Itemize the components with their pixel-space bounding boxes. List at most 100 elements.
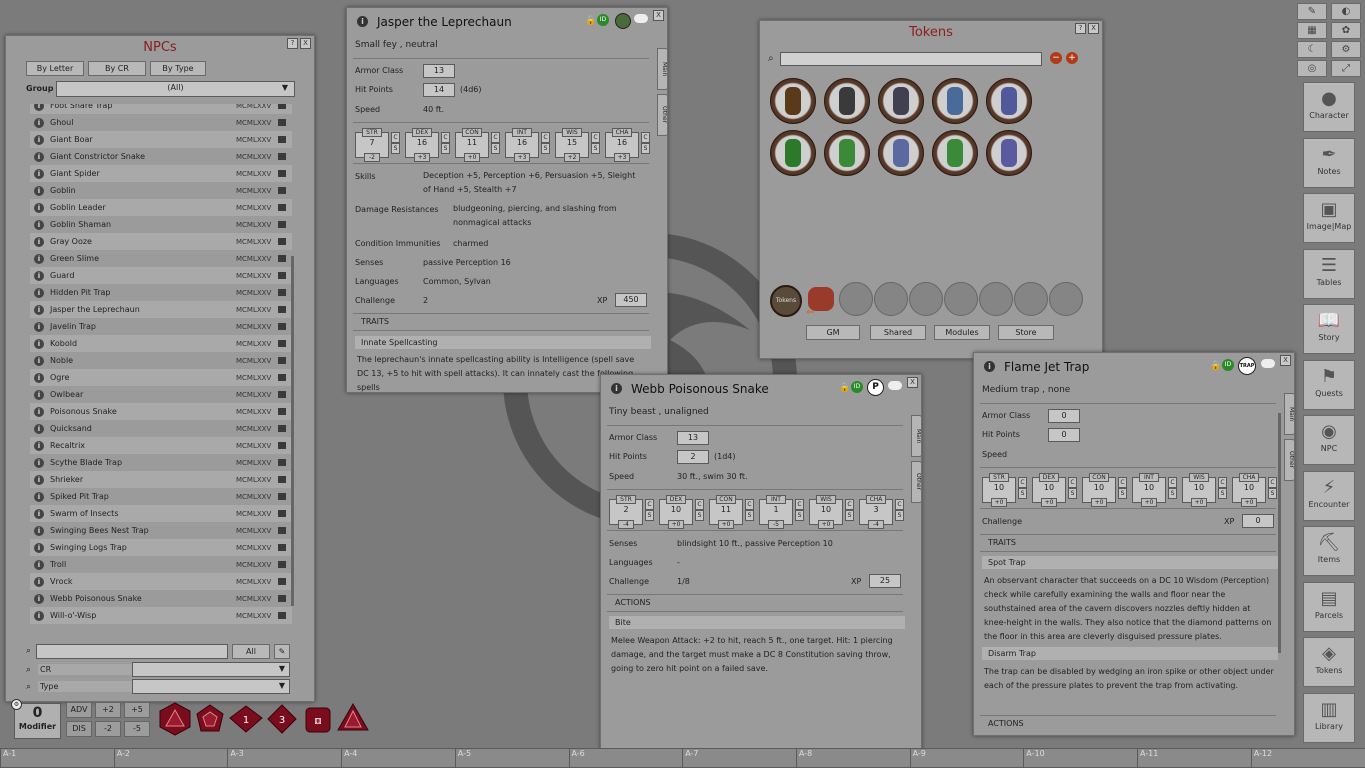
ac-value[interactable]: 13 (677, 431, 709, 445)
calendar-icon[interactable]: ▦ (1297, 22, 1327, 39)
list-item[interactable]: i Recaltrix MCMLXXV (30, 437, 292, 454)
token-image[interactable] (824, 130, 870, 176)
info-icon[interactable]: i (34, 168, 44, 179)
info-icon[interactable]: i (34, 457, 44, 468)
link-icon[interactable] (278, 612, 286, 619)
link-icon[interactable] (278, 578, 286, 585)
d6-icon[interactable]: ⚅ (305, 707, 331, 733)
ability-str[interactable]: STR 2 -4 (609, 495, 643, 529)
check-button[interactable]: C (895, 499, 904, 510)
list-item[interactable]: i Gray Ooze MCMLXXV (30, 233, 292, 250)
hotbar-slot[interactable]: A-8 (795, 748, 912, 768)
sidebar-item-encounter[interactable]: ⚡ Encounter (1303, 470, 1355, 521)
link-icon[interactable] (278, 204, 286, 211)
list-item[interactable]: i Swinging Bees Nest Trap MCMLXXV (30, 522, 292, 539)
sidebar-item-library[interactable]: ▥ Library (1303, 692, 1355, 743)
sidebar-item-story[interactable]: 📖 Story (1303, 304, 1355, 354)
link-icon[interactable] (278, 374, 286, 381)
link-icon[interactable] (278, 221, 286, 228)
token-image[interactable] (932, 78, 978, 124)
link-icon[interactable] (278, 104, 286, 109)
lock-icon[interactable]: 🔒 (839, 383, 850, 393)
minus2-button[interactable]: -2 (95, 721, 121, 737)
save-button[interactable]: S (1018, 488, 1027, 499)
token-image[interactable] (932, 130, 978, 176)
hotbar-slot[interactable]: A-12 (1250, 748, 1365, 768)
filter-by-letter[interactable]: By Letter (26, 61, 84, 76)
save-button[interactable]: S (795, 510, 804, 521)
info-icon[interactable]: i (34, 304, 44, 315)
modifier-pin-icon[interactable]: ⚙ (11, 699, 22, 710)
list-item[interactable]: i Giant Boar MCMLXXV (30, 131, 292, 148)
ability-wis[interactable]: WIS 10 +0 (809, 495, 843, 529)
save-button[interactable]: S (645, 510, 654, 521)
ability-int[interactable]: INT 1 -5 (759, 495, 793, 529)
link-icon[interactable] (278, 340, 286, 347)
gm-button[interactable]: GM (806, 325, 860, 340)
save-button[interactable]: S (1118, 488, 1127, 499)
id-icon[interactable]: ID (851, 381, 863, 393)
help-button[interactable]: ? (1075, 23, 1086, 34)
info-icon[interactable]: i (34, 423, 44, 434)
palette-icon[interactable]: ◐ (1331, 3, 1361, 20)
camera-icon[interactable]: ◎ (1297, 60, 1327, 77)
token-bag-icon[interactable]: ⇐ (806, 283, 836, 318)
tokens-folder-icon[interactable]: Tokens (770, 285, 802, 317)
zoom-out-icon[interactable]: − (1050, 52, 1062, 64)
chat-icon[interactable] (634, 14, 648, 23)
save-button[interactable]: S (695, 510, 704, 521)
link-icon[interactable] (278, 153, 286, 160)
info-icon[interactable]: i (34, 389, 44, 400)
list-item[interactable]: i Troll MCMLXXV (30, 556, 292, 573)
token-image[interactable] (986, 78, 1032, 124)
info-icon[interactable]: i (34, 593, 44, 604)
info-icon[interactable]: i (34, 508, 44, 519)
tab-other[interactable]: Other (1284, 439, 1294, 481)
hotbar-slot[interactable]: A-5 (454, 748, 571, 768)
info-icon[interactable]: i (34, 117, 44, 128)
info-icon[interactable]: i (34, 202, 44, 213)
link-icon[interactable] (278, 425, 286, 432)
check-button[interactable]: C (1218, 477, 1227, 488)
list-item[interactable]: i Guard MCMLXXV (30, 267, 292, 284)
ability-cha[interactable]: CHA 10 +0 (1232, 473, 1266, 507)
info-icon[interactable]: i (34, 372, 44, 383)
info-icon[interactable]: i (34, 525, 44, 536)
list-item[interactable]: i Swinging Logs Trap MCMLXXV (30, 539, 292, 556)
d10-icon[interactable]: 1 (229, 705, 263, 733)
expand-icon[interactable]: ⤢ (1331, 60, 1361, 77)
sheet-scrollbar[interactable] (1278, 413, 1281, 653)
list-item[interactable]: i Goblin Shaman MCMLXXV (30, 216, 292, 233)
save-button[interactable]: S (1268, 488, 1277, 499)
filter-by-type[interactable]: By Type (150, 61, 206, 76)
list-item[interactable]: i Kobold MCMLXXV (30, 335, 292, 352)
info-icon[interactable]: i (611, 383, 622, 394)
link-icon[interactable] (278, 306, 286, 313)
save-button[interactable]: S (541, 143, 550, 154)
link-icon[interactable] (278, 391, 286, 398)
info-icon[interactable]: i (34, 474, 44, 485)
info-icon[interactable]: i (34, 440, 44, 451)
info-icon[interactable]: i (34, 219, 44, 230)
hp-value[interactable]: 2 (677, 450, 709, 464)
save-button[interactable]: S (491, 143, 500, 154)
link-icon[interactable] (278, 272, 286, 279)
ac-value[interactable]: 0 (1048, 409, 1080, 423)
pen-tool-icon[interactable]: ✎ (1297, 3, 1327, 20)
info-icon[interactable]: i (34, 185, 44, 196)
hotbar-slot[interactable]: A-3 (227, 748, 344, 768)
check-button[interactable]: C (1168, 477, 1177, 488)
sidebar-item-image-map[interactable]: ▣ Image|Map (1303, 193, 1355, 243)
link-icon[interactable] (278, 595, 286, 602)
save-button[interactable]: S (845, 510, 854, 521)
list-item[interactable]: i Vrock MCMLXXV (30, 573, 292, 590)
tab-other[interactable]: Other (911, 461, 921, 503)
sidebar-item-parcels[interactable]: ▤ Parcels (1303, 581, 1355, 632)
list-item[interactable]: i Javelin Trap MCMLXXV (30, 318, 292, 335)
link-icon[interactable] (278, 357, 286, 364)
sidebar-item-tables[interactable]: ☰ Tables (1303, 248, 1355, 299)
list-item[interactable]: i Scythe Blade Trap MCMLXXV (30, 454, 292, 471)
info-icon[interactable]: i (34, 559, 44, 570)
token-image[interactable] (770, 130, 816, 176)
list-item[interactable]: i Foot Snare Trap MCMLXXV (30, 104, 292, 114)
